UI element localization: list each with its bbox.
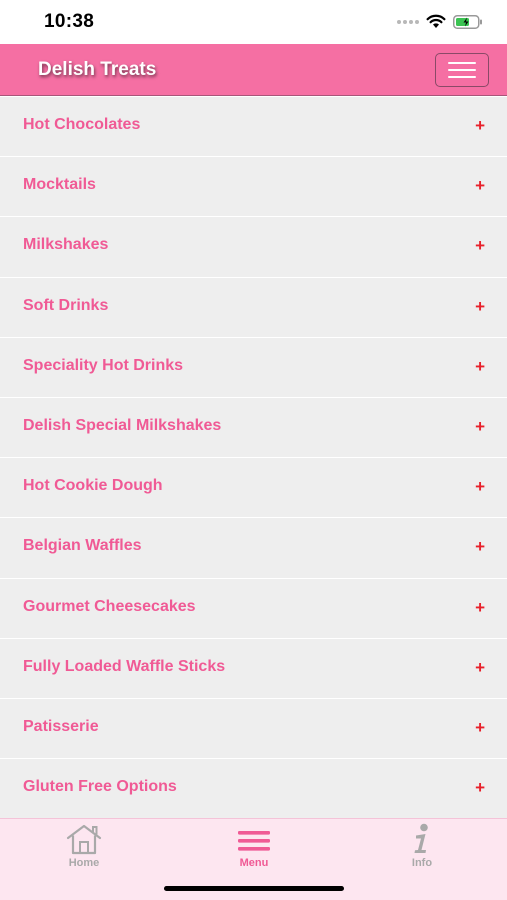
- expand-plus-icon[interactable]: +: [475, 718, 485, 738]
- home-icon: [66, 824, 102, 855]
- menu-item-label: Mocktails: [23, 176, 96, 194]
- menu-item-gourmet-cheesecakes[interactable]: Gourmet Cheesecakes +: [0, 578, 507, 639]
- status-icons: [397, 14, 483, 29]
- expand-plus-icon[interactable]: +: [475, 176, 485, 196]
- info-icon: [414, 823, 428, 853]
- menu-item-delish-special-milkshakes[interactable]: Delish Special Milkshakes +: [0, 397, 507, 459]
- menu-item-hot-chocolates[interactable]: Hot Chocolates +: [0, 97, 507, 158]
- menu-item-gluten-free-options[interactable]: Gluten Free Options +: [0, 759, 507, 820]
- menu-item-hot-cookie-dough[interactable]: Hot Cookie Dough +: [0, 458, 507, 519]
- menu-item-label: Fully Loaded Waffle Sticks: [23, 657, 226, 675]
- expand-plus-icon[interactable]: +: [475, 537, 485, 557]
- status-time: 10:38: [44, 11, 95, 32]
- tab-home-label: Home: [68, 857, 100, 869]
- expand-plus-icon[interactable]: +: [475, 297, 485, 317]
- menu-item-label: Soft Drinks: [23, 296, 109, 314]
- menu-item-label: Patisserie: [23, 717, 99, 735]
- expand-plus-icon[interactable]: +: [475, 778, 485, 798]
- signal-icon: [397, 19, 419, 24]
- page-title: Delish Treats: [38, 59, 157, 80]
- tab-menu-label: Menu: [239, 857, 269, 869]
- menu-item-label: Hot Cookie Dough: [23, 477, 163, 495]
- tab-info[interactable]: Info: [372, 823, 472, 873]
- status-bar: 10:38: [0, 0, 507, 44]
- menu-item-soft-drinks[interactable]: Soft Drinks +: [0, 277, 507, 338]
- app-header: Delish Treats: [0, 44, 507, 96]
- home-indicator: [164, 886, 344, 891]
- expand-plus-icon[interactable]: +: [475, 357, 485, 377]
- menu-item-belgian-waffles[interactable]: Belgian Waffles +: [0, 518, 507, 579]
- menu-item-milkshakes[interactable]: Milkshakes +: [0, 217, 507, 278]
- expand-plus-icon[interactable]: +: [475, 658, 485, 678]
- hamburger-menu-button[interactable]: [435, 53, 489, 87]
- menu-item-fully-loaded-waffle-sticks[interactable]: Fully Loaded Waffle Sticks +: [0, 638, 507, 699]
- expand-plus-icon[interactable]: +: [475, 236, 485, 256]
- expand-plus-icon[interactable]: +: [475, 116, 485, 136]
- menu-item-label: Delish Special Milkshakes: [23, 416, 222, 434]
- menu-item-label: Belgian Waffles: [23, 537, 142, 555]
- menu-category-list: Hot Chocolates + Mocktails + Milkshakes …: [0, 97, 507, 820]
- tab-info-label: Info: [411, 857, 433, 869]
- battery-icon: [453, 14, 482, 29]
- menu-item-label: Gluten Free Options: [23, 778, 177, 796]
- menu-item-label: Speciality Hot Drinks: [23, 356, 184, 374]
- menu-item-label: Gourmet Cheesecakes: [23, 597, 196, 615]
- menu-item-speciality-hot-drinks[interactable]: Speciality Hot Drinks +: [0, 337, 507, 398]
- tab-menu[interactable]: Menu: [204, 823, 304, 873]
- menu-item-label: Hot Chocolates: [23, 116, 141, 133]
- expand-plus-icon[interactable]: +: [475, 417, 485, 437]
- hamburger-line: [448, 62, 476, 64]
- menu-item-patisserie[interactable]: Patisserie +: [0, 698, 507, 760]
- expand-plus-icon[interactable]: +: [475, 598, 485, 618]
- tab-home[interactable]: Home: [34, 823, 134, 873]
- menu-item-label: Milkshakes: [23, 236, 109, 254]
- menu-item-mocktails[interactable]: Mocktails +: [0, 157, 507, 218]
- hamburger-line: [448, 76, 476, 78]
- menu-icon: [238, 831, 270, 851]
- expand-plus-icon[interactable]: +: [475, 477, 485, 497]
- wifi-icon: [426, 14, 446, 28]
- hamburger-line: [448, 69, 476, 71]
